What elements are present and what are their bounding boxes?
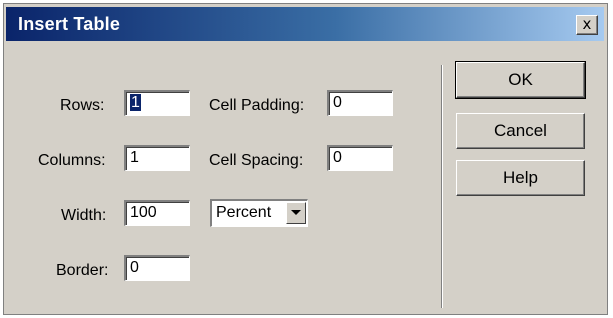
dialog-title: Insert Table [18, 14, 121, 34]
ok-button[interactable]: OK [455, 61, 586, 99]
border-label: Border: [56, 262, 109, 279]
rows-value: 1 [130, 94, 141, 111]
border-field[interactable]: 0 [124, 255, 190, 281]
columns-field[interactable]: 1 [124, 145, 190, 171]
dropdown-button[interactable] [286, 202, 306, 224]
cell-padding-label: Cell Padding: [209, 97, 305, 114]
help-button[interactable]: Help [456, 160, 585, 196]
columns-value: 1 [130, 149, 139, 166]
chevron-down-icon [291, 210, 301, 215]
close-button[interactable]: x [576, 15, 598, 35]
rows-field[interactable]: 1 [124, 90, 190, 116]
width-value: 100 [130, 204, 157, 221]
insert-table-dialog: Insert Table x Rows: 1 Columns: 1 Width:… [3, 3, 608, 315]
columns-label: Columns: [38, 152, 106, 169]
cell-spacing-field[interactable]: 0 [327, 145, 393, 171]
close-icon: x [582, 15, 592, 33]
vertical-divider [441, 65, 443, 308]
width-field[interactable]: 100 [124, 200, 190, 226]
cancel-button[interactable]: Cancel [456, 113, 585, 149]
border-value: 0 [130, 259, 139, 276]
cell-padding-field[interactable]: 0 [327, 90, 393, 116]
cell-spacing-label: Cell Spacing: [209, 152, 304, 169]
cell-spacing-value: 0 [333, 149, 342, 166]
width-label: Width: [61, 207, 107, 224]
width-unit-select[interactable]: Percent [210, 199, 308, 227]
cell-padding-value: 0 [333, 94, 342, 111]
rows-label: Rows: [60, 97, 105, 114]
title-bar[interactable]: Insert Table x [6, 7, 604, 41]
width-unit-value: Percent [216, 204, 272, 221]
